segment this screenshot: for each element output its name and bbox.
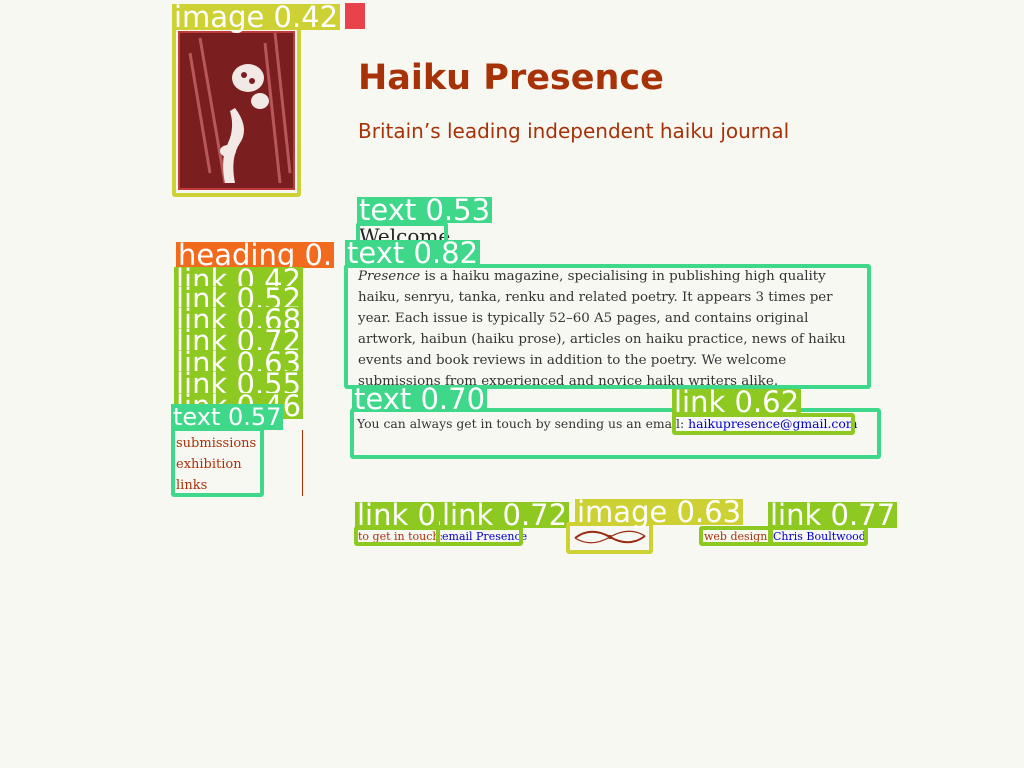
overlay-label-foot3: link 0.77 bbox=[768, 498, 898, 532]
red-strip bbox=[345, 3, 365, 29]
overlay-label-contact: text 0.70 bbox=[352, 382, 488, 416]
overlay-label-foot1: link 0. bbox=[355, 498, 448, 532]
overlay-label-nav: text 0.57 bbox=[171, 403, 284, 431]
overlay-label-welcome: text 0.53 bbox=[357, 193, 493, 227]
overlay-box-image bbox=[172, 26, 301, 197]
divider bbox=[302, 430, 303, 496]
overlay-box-foot3 bbox=[699, 526, 773, 546]
overlay-label-image: image 0.42 bbox=[172, 0, 341, 34]
overlay-box-nav bbox=[171, 427, 264, 497]
overlay-label-ornament: image 0.63 bbox=[575, 495, 744, 529]
overlay-box-intro bbox=[344, 264, 871, 389]
overlay-label-foot2: link 0.72 bbox=[440, 498, 570, 532]
page-subtitle: Britain’s leading independent haiku jour… bbox=[358, 119, 790, 143]
overlay-label-intro: text 0.82 bbox=[345, 236, 481, 270]
page-title: Haiku Presence bbox=[358, 58, 664, 98]
overlay-label-email: link 0.62 bbox=[672, 385, 802, 419]
